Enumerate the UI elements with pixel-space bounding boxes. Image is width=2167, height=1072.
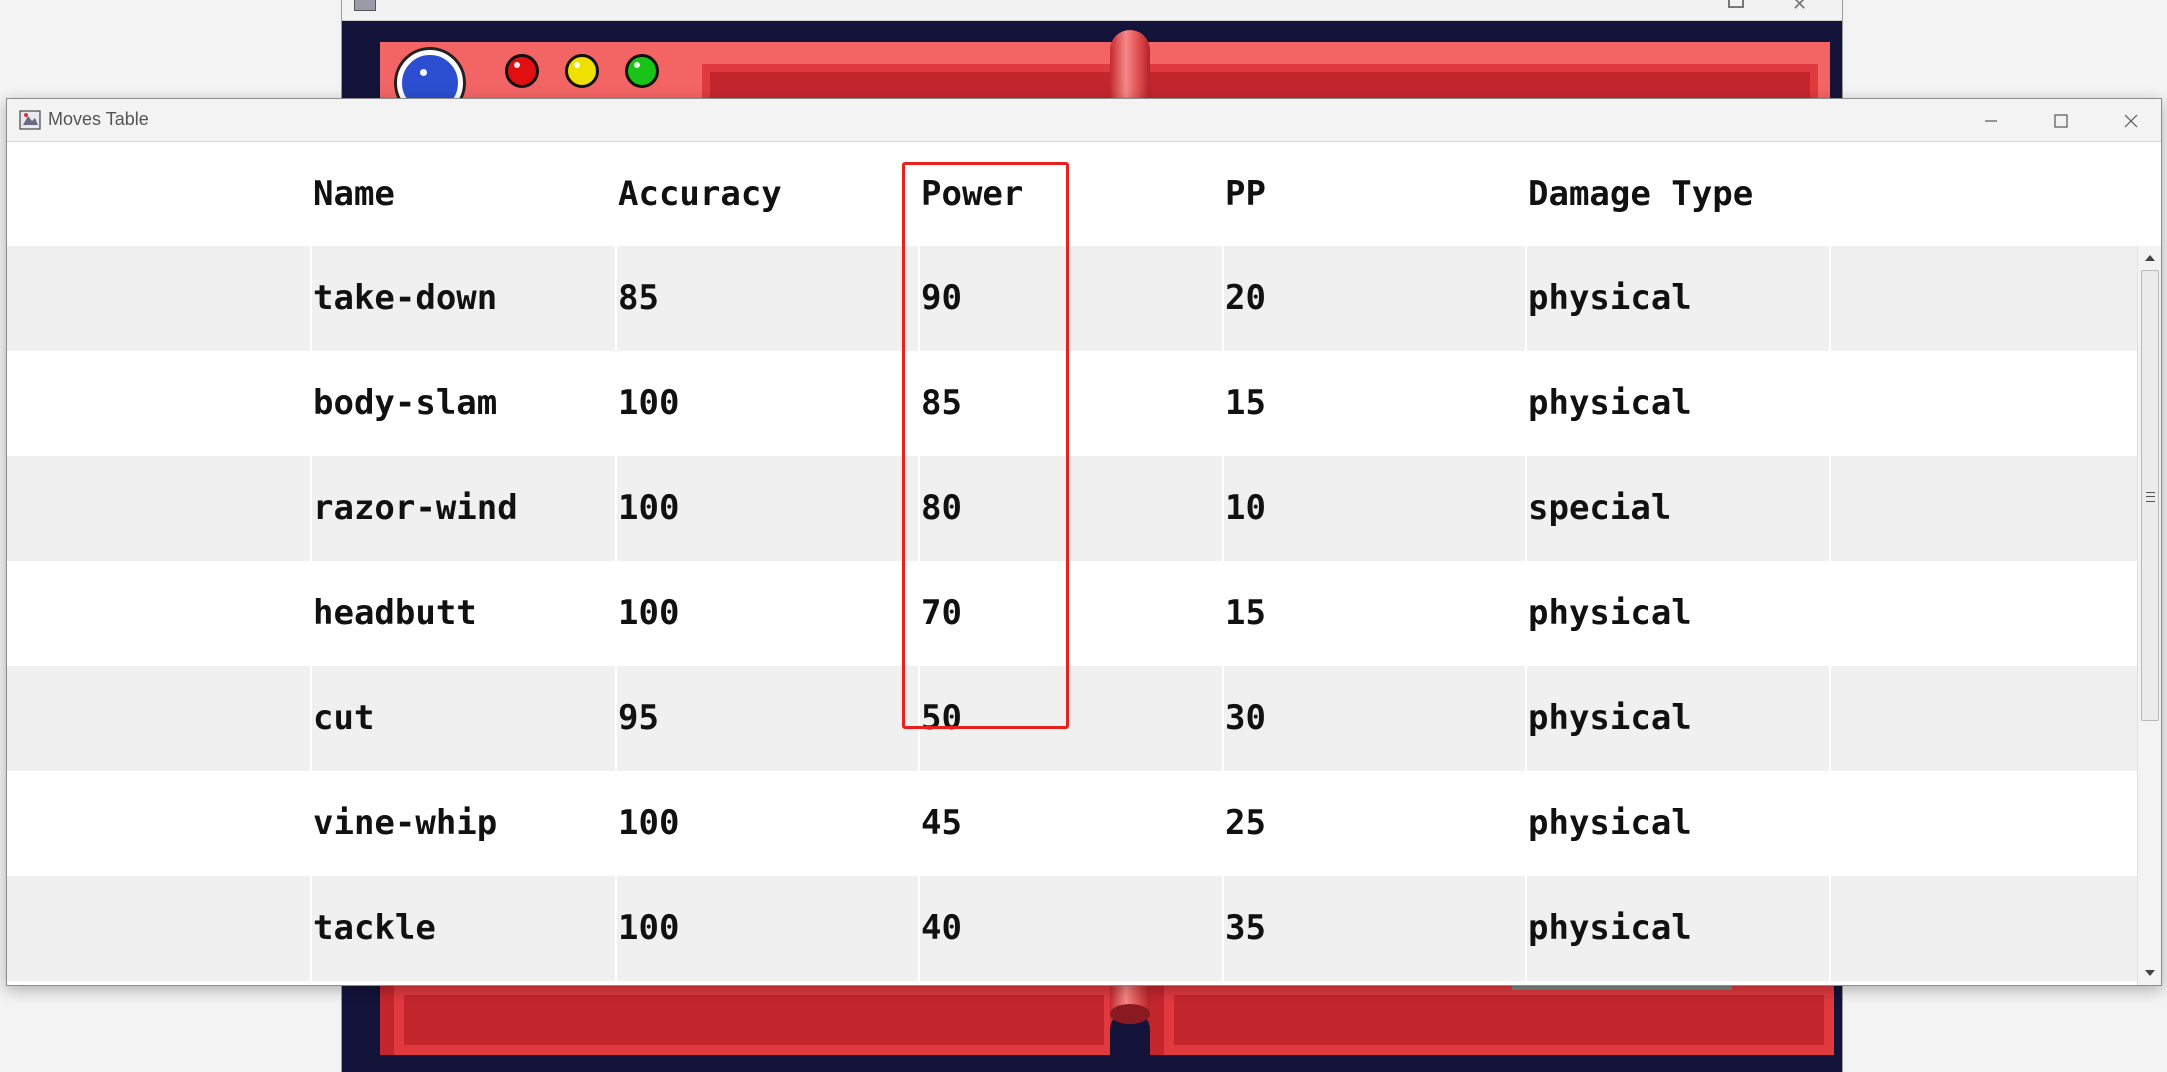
- cell-name: tackle: [313, 908, 436, 948]
- moves-table-window: Moves Table Name Accuracy Power PP Damag…: [6, 98, 2162, 986]
- table-row[interactable]: vine-whip 100 45 25 physical: [7, 771, 2137, 876]
- pokedex-left-frame: [394, 985, 1114, 1055]
- cell-accuracy: 100: [618, 593, 680, 633]
- cell-pp: 10: [1225, 488, 1266, 528]
- cell-accuracy: 85: [618, 278, 659, 318]
- column-divider: [1525, 456, 1527, 561]
- table-row[interactable]: headbutt 100 70 15 physical: [7, 561, 2137, 666]
- titlebar[interactable]: Moves Table: [7, 99, 2161, 142]
- column-divider: [310, 666, 312, 771]
- cell-damage-type: physical: [1528, 698, 1692, 738]
- column-divider: [918, 876, 920, 981]
- cell-power: 70: [921, 593, 962, 633]
- column-divider: [310, 456, 312, 561]
- table-row[interactable]: cut 95 50 30 physical: [7, 666, 2137, 771]
- column-divider: [1222, 456, 1224, 561]
- background-close-icon[interactable]: ✕: [1792, 0, 1807, 15]
- table-row[interactable]: tackle 100 40 35 physical: [7, 876, 2137, 981]
- table-row[interactable]: razor-wind 100 80 10 special: [7, 456, 2137, 561]
- background-app-icon: [354, 0, 376, 11]
- cell-power: 50: [921, 698, 962, 738]
- column-header-pp[interactable]: PP: [1225, 142, 1266, 246]
- scroll-up-arrow-icon[interactable]: [2138, 246, 2162, 270]
- cell-pp: 15: [1225, 383, 1266, 423]
- column-divider: [1525, 666, 1527, 771]
- pokedex-right-frame: [1164, 985, 1834, 1055]
- cell-power: 90: [921, 278, 962, 318]
- cell-name: take-down: [313, 278, 498, 318]
- maximize-button[interactable]: [2025, 99, 2095, 141]
- minimize-button[interactable]: [1955, 99, 2025, 141]
- column-divider: [1525, 246, 1527, 351]
- table-row[interactable]: body-slam 100 85 15 physical: [7, 351, 2137, 456]
- scroll-down-arrow-icon[interactable]: [2138, 961, 2162, 985]
- cell-power: 40: [921, 908, 962, 948]
- cell-accuracy: 95: [618, 698, 659, 738]
- cell-pp: 25: [1225, 803, 1266, 843]
- column-divider: [1222, 666, 1224, 771]
- yellow-led-light: [565, 54, 599, 88]
- minimize-icon: [1985, 120, 1997, 122]
- cell-damage-type: special: [1528, 488, 1672, 528]
- cell-damage-type: physical: [1528, 383, 1692, 423]
- column-divider: [1222, 246, 1224, 351]
- close-button[interactable]: [2095, 99, 2161, 141]
- cell-power: 45: [921, 803, 962, 843]
- cell-damage-type: physical: [1528, 803, 1692, 843]
- cell-damage-type: physical: [1528, 278, 1692, 318]
- scrollbar-thumb[interactable]: [2141, 270, 2159, 721]
- column-divider: [310, 246, 312, 351]
- cell-accuracy: 100: [618, 488, 680, 528]
- cell-accuracy: 100: [618, 383, 680, 423]
- column-divider: [615, 666, 617, 771]
- column-divider: [918, 456, 920, 561]
- column-header-name[interactable]: Name: [313, 142, 395, 246]
- scrollbar-grip-icon: [2146, 492, 2155, 502]
- column-divider: [615, 246, 617, 351]
- column-divider: [615, 456, 617, 561]
- cell-pp: 15: [1225, 593, 1266, 633]
- cell-name: headbutt: [313, 593, 477, 633]
- cell-name: cut: [313, 698, 375, 738]
- pokedex-hinge-cap: [1110, 1004, 1150, 1024]
- window-title: Moves Table: [48, 109, 149, 129]
- java-app-icon: [19, 110, 41, 130]
- cell-name: razor-wind: [313, 488, 518, 528]
- column-divider: [918, 666, 920, 771]
- cell-pp: 30: [1225, 698, 1266, 738]
- cell-pp: 35: [1225, 908, 1266, 948]
- column-header-damage-type[interactable]: Damage Type: [1528, 142, 1753, 246]
- column-divider: [310, 876, 312, 981]
- table-header: Name Accuracy Power PP Damage Type: [7, 142, 2137, 246]
- background-maximize-icon[interactable]: [1728, 0, 1744, 8]
- cell-accuracy: 100: [618, 908, 680, 948]
- vertical-scrollbar[interactable]: [2137, 246, 2162, 985]
- column-header-power[interactable]: Power: [921, 142, 1023, 246]
- red-led-light: [505, 54, 539, 88]
- background-titlebar: ✕: [342, 0, 1842, 21]
- column-divider: [615, 876, 617, 981]
- table-row[interactable]: take-down 85 90 20 physical: [7, 246, 2137, 351]
- cell-name: body-slam: [313, 383, 498, 423]
- column-divider: [1525, 876, 1527, 981]
- cell-damage-type: physical: [1528, 593, 1692, 633]
- close-icon: [2124, 114, 2138, 128]
- cell-power: 85: [921, 383, 962, 423]
- column-divider: [1829, 666, 1831, 771]
- column-divider: [1829, 246, 1831, 351]
- maximize-icon: [2054, 114, 2068, 128]
- green-led-light: [625, 54, 659, 88]
- cell-power: 80: [921, 488, 962, 528]
- column-divider: [1222, 876, 1224, 981]
- cell-name: vine-whip: [313, 803, 498, 843]
- cell-pp: 20: [1225, 278, 1266, 318]
- cell-damage-type: physical: [1528, 908, 1692, 948]
- column-divider: [1829, 456, 1831, 561]
- cell-accuracy: 100: [618, 803, 680, 843]
- table-body: take-down 85 90 20 physical body-slam 10…: [7, 246, 2137, 985]
- column-header-accuracy[interactable]: Accuracy: [618, 142, 782, 246]
- column-divider: [918, 246, 920, 351]
- column-divider: [1829, 876, 1831, 981]
